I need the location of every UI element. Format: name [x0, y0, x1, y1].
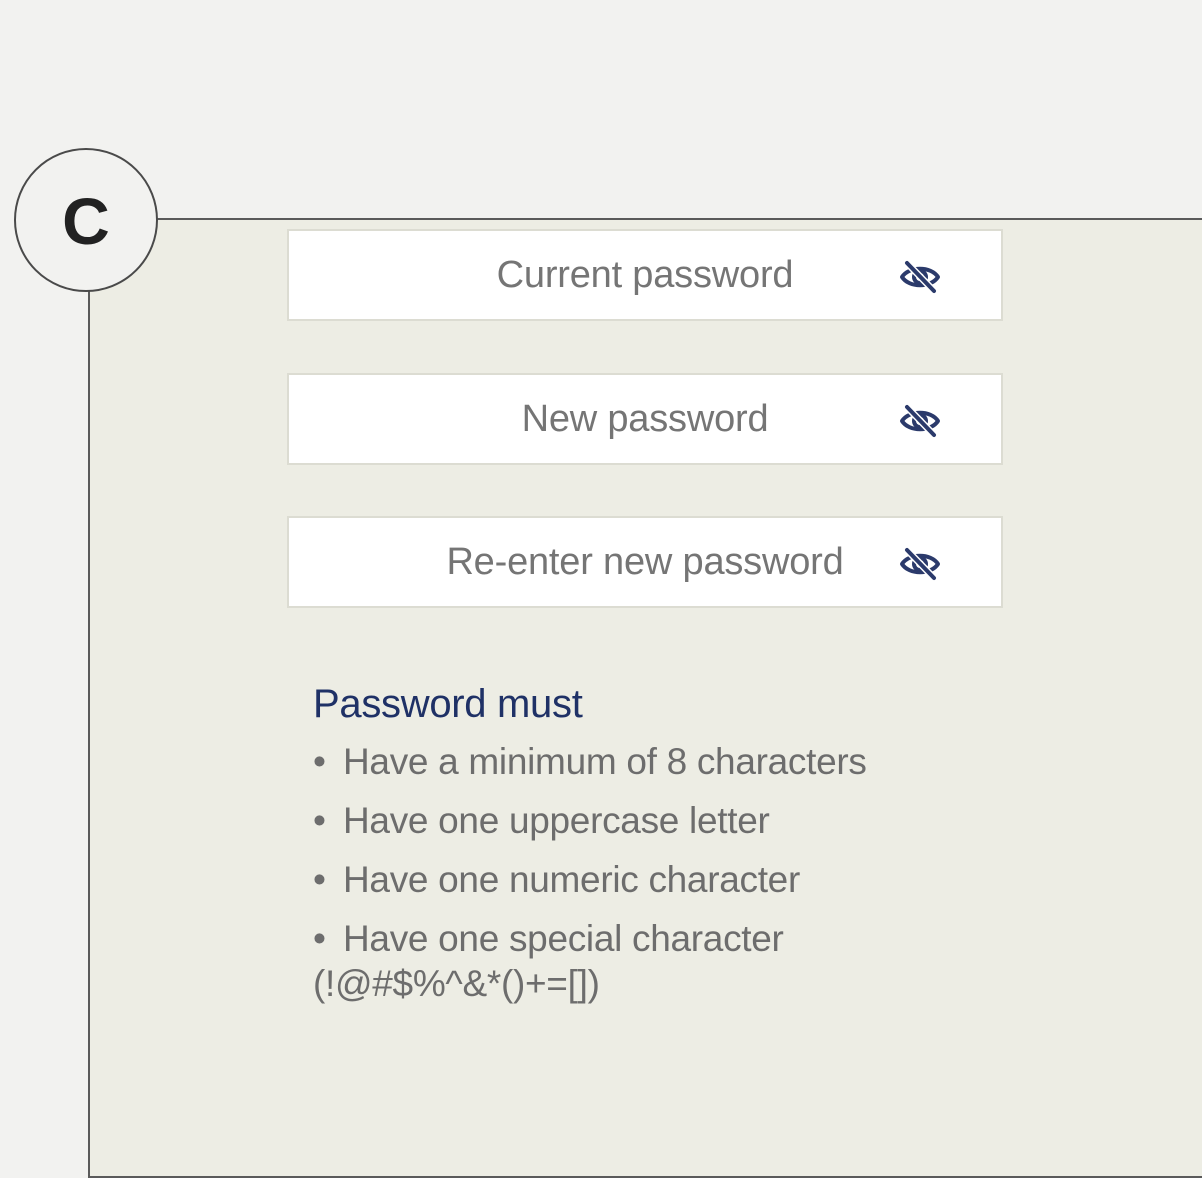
password-requirements: Password must • Have a minimum of 8 chara…: [313, 676, 867, 1006]
current-password-field[interactable]: Current password: [287, 229, 1003, 321]
special-characters-list: (!@#$%^&*()+=[]): [313, 963, 600, 1004]
requirement-text: Have one numeric character: [343, 859, 800, 900]
requirement-item: • Have one numeric character: [313, 850, 867, 909]
step-badge-letter: C: [62, 184, 110, 258]
bullet: •: [313, 741, 326, 782]
requirement-item: • Have one uppercase letter: [313, 791, 867, 850]
eye-slash-icon[interactable]: [899, 404, 941, 438]
eye-slash-icon[interactable]: [899, 260, 941, 294]
new-password-placeholder: New password: [521, 397, 769, 440]
current-password-placeholder: Current password: [496, 253, 794, 296]
eye-slash-icon[interactable]: [899, 547, 941, 581]
step-badge: C: [14, 148, 158, 292]
bullet: •: [313, 918, 326, 959]
confirm-password-field[interactable]: Re-enter new password: [287, 516, 1003, 608]
requirement-text: Have a minimum of 8 characters: [343, 741, 867, 782]
bullet: •: [313, 859, 326, 900]
password-requirements-list: • Have a minimum of 8 characters • Have on…: [313, 732, 867, 968]
new-password-field[interactable]: New password: [287, 373, 1003, 465]
confirm-password-placeholder: Re-enter new password: [446, 540, 844, 583]
bullet: •: [313, 800, 326, 841]
requirement-text: Have one uppercase letter: [343, 800, 770, 841]
requirement-text: Have one special character: [343, 918, 784, 959]
requirement-item: • Have one special character: [313, 909, 867, 968]
requirement-item: • Have a minimum of 8 characters: [313, 732, 867, 791]
password-requirements-title: Password must: [313, 682, 583, 726]
